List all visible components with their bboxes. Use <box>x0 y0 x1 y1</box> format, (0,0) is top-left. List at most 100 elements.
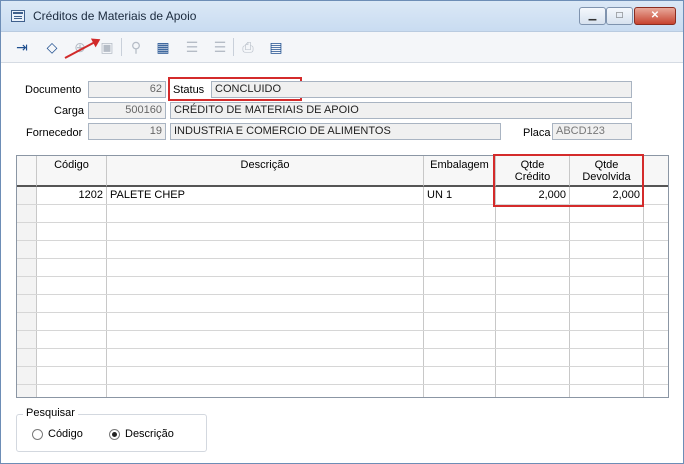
table-cell[interactable] <box>644 367 668 384</box>
table-cell[interactable] <box>644 295 668 312</box>
table-row[interactable] <box>17 331 668 349</box>
radio-descricao-label[interactable]: Descrição <box>125 428 174 440</box>
table-cell[interactable] <box>496 349 570 366</box>
document-icon[interactable]: ▤ <box>265 36 287 58</box>
table-cell[interactable] <box>424 349 496 366</box>
cell-codigo[interactable]: 1202 <box>37 187 107 204</box>
radio-codigo-label[interactable]: Código <box>48 428 83 440</box>
table-cell[interactable] <box>107 295 424 312</box>
table-cell[interactable] <box>644 259 668 276</box>
column-header-descricao[interactable]: Descrição <box>107 156 424 187</box>
table-cell[interactable] <box>570 331 644 348</box>
table-cell[interactable] <box>37 205 107 222</box>
row-indicator[interactable] <box>17 187 37 204</box>
table-cell[interactable] <box>644 331 668 348</box>
table-row[interactable] <box>17 349 668 367</box>
placa-field[interactable]: ABCD123 <box>552 123 632 140</box>
table-row[interactable] <box>17 367 668 385</box>
table-cell[interactable] <box>644 277 668 294</box>
table-cell[interactable] <box>496 331 570 348</box>
table-row[interactable] <box>17 223 668 241</box>
table-cell[interactable] <box>424 259 496 276</box>
table-cell[interactable] <box>37 385 107 397</box>
add-row-icon[interactable]: ☰ <box>181 36 203 58</box>
row-indicator[interactable] <box>17 385 37 397</box>
table-cell[interactable] <box>424 223 496 240</box>
table-cell[interactable] <box>570 367 644 384</box>
row-indicator[interactable] <box>17 241 37 258</box>
table-cell[interactable] <box>37 367 107 384</box>
title-bar[interactable]: Créditos de Materiais de Apoio ▁ □ ✕ <box>1 1 683 32</box>
table-cell[interactable] <box>644 223 668 240</box>
table-cell[interactable] <box>107 331 424 348</box>
table-cell[interactable] <box>424 241 496 258</box>
table-cell[interactable] <box>37 295 107 312</box>
table-cell[interactable] <box>424 313 496 330</box>
table-cell[interactable] <box>570 313 644 330</box>
table-cell[interactable] <box>107 313 424 330</box>
table-row[interactable] <box>17 259 668 277</box>
row-indicator[interactable] <box>17 259 37 276</box>
table-cell[interactable] <box>570 295 644 312</box>
table-cell[interactable] <box>570 385 644 397</box>
print-icon[interactable]: ⎙ <box>237 36 259 58</box>
table-cell[interactable] <box>424 331 496 348</box>
carga-field[interactable]: 500160 <box>88 102 166 119</box>
row-indicator[interactable] <box>17 349 37 366</box>
close-button[interactable]: ✕ <box>634 7 676 25</box>
column-header-codigo[interactable]: Código <box>37 156 107 187</box>
table-cell[interactable] <box>496 223 570 240</box>
table-cell[interactable] <box>107 241 424 258</box>
column-header-embalagem[interactable]: Embalagem <box>424 156 496 187</box>
table-cell[interactable] <box>424 277 496 294</box>
table-cell[interactable] <box>570 223 644 240</box>
fornecedor-description-field[interactable]: INDUSTRIA E COMERCIO DE ALIMENTOS <box>170 123 501 140</box>
table-row[interactable] <box>17 385 668 397</box>
row-indicator[interactable] <box>17 295 37 312</box>
table-icon[interactable]: ▦ <box>152 36 174 58</box>
table-cell[interactable] <box>496 367 570 384</box>
table-cell[interactable] <box>496 259 570 276</box>
row-indicator[interactable] <box>17 331 37 348</box>
cell-descricao[interactable]: PALETE CHEP <box>107 187 424 204</box>
table-cell[interactable] <box>496 385 570 397</box>
table-cell[interactable] <box>570 241 644 258</box>
table-cell[interactable] <box>37 313 107 330</box>
table-row[interactable] <box>17 205 668 223</box>
table-cell[interactable] <box>424 205 496 222</box>
table-cell[interactable] <box>496 295 570 312</box>
table-cell[interactable] <box>37 277 107 294</box>
exit-icon[interactable]: ⇥ <box>11 36 33 58</box>
table-cell[interactable] <box>644 205 668 222</box>
table-cell[interactable] <box>644 313 668 330</box>
table-cell[interactable] <box>37 259 107 276</box>
table-row[interactable] <box>17 313 668 331</box>
table-cell[interactable] <box>496 205 570 222</box>
search-icon[interactable]: ⚲ <box>125 36 147 58</box>
table-cell[interactable] <box>496 313 570 330</box>
table-cell[interactable] <box>107 367 424 384</box>
table-cell[interactable] <box>37 241 107 258</box>
table-cell[interactable] <box>107 259 424 276</box>
minimize-button[interactable]: ▁ <box>579 7 606 25</box>
table-cell[interactable] <box>424 295 496 312</box>
documento-field[interactable]: 62 <box>88 81 166 98</box>
table-cell[interactable] <box>107 223 424 240</box>
table-row[interactable] <box>17 295 668 313</box>
table-cell[interactable] <box>570 205 644 222</box>
table-cell[interactable] <box>644 349 668 366</box>
row-indicator[interactable] <box>17 223 37 240</box>
table-cell[interactable] <box>570 349 644 366</box>
maximize-button[interactable]: □ <box>606 7 633 25</box>
row-indicator[interactable] <box>17 205 37 222</box>
table-cell[interactable] <box>424 367 496 384</box>
table-cell[interactable] <box>107 385 424 397</box>
table-cell[interactable] <box>107 205 424 222</box>
table-cell[interactable] <box>644 241 668 258</box>
row-indicator[interactable] <box>17 313 37 330</box>
remove-row-icon[interactable]: ☰ <box>209 36 231 58</box>
table-cell[interactable] <box>37 349 107 366</box>
radio-descricao[interactable] <box>109 429 120 440</box>
table-cell[interactable] <box>570 277 644 294</box>
table-cell[interactable] <box>496 277 570 294</box>
